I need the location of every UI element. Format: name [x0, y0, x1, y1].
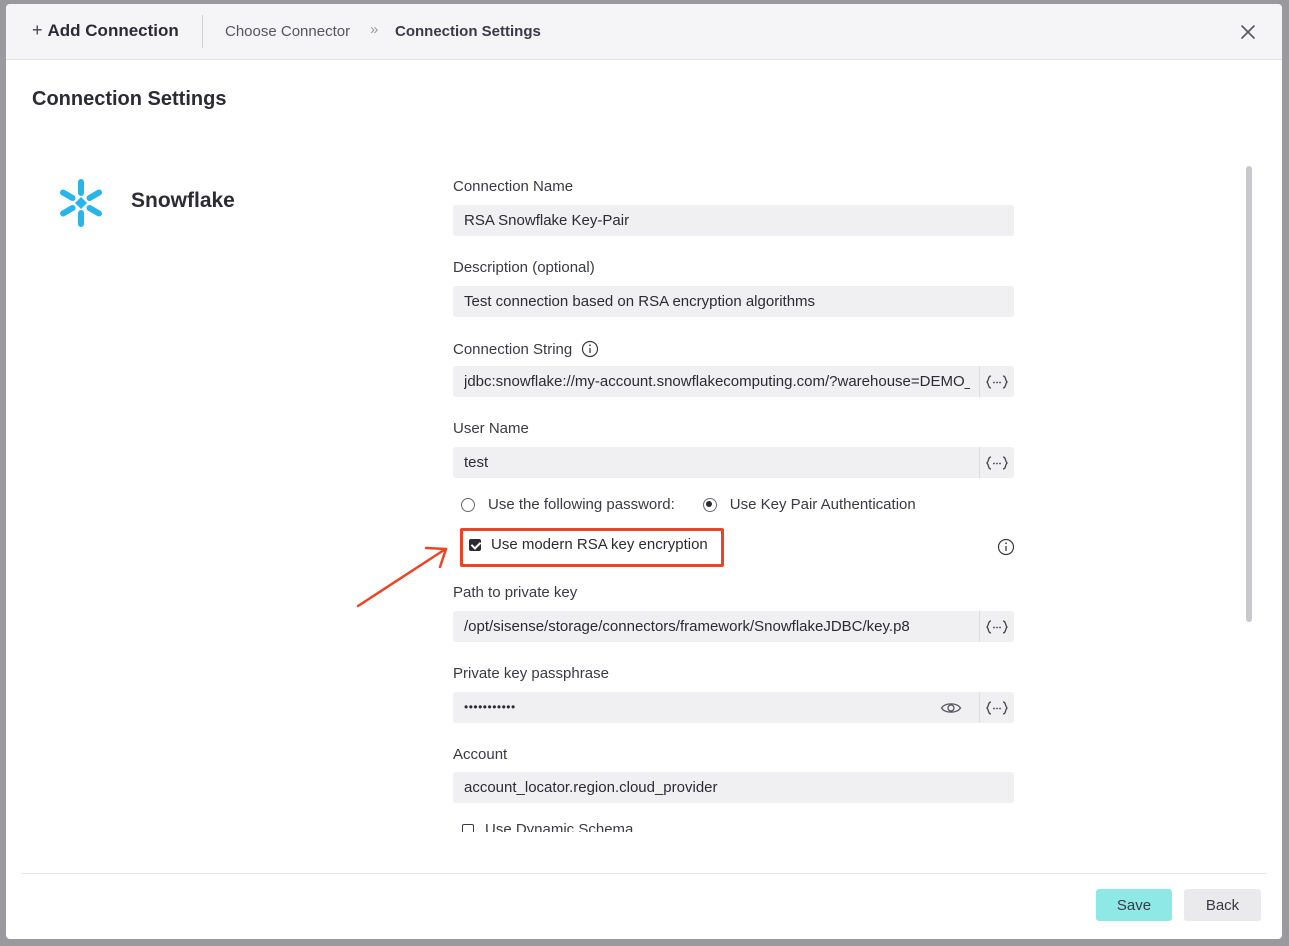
- eye-icon: [940, 702, 962, 713]
- password-radio-label: Use the following password:: [488, 496, 675, 513]
- modern-rsa-label: Use modern RSA key encryption: [491, 536, 708, 553]
- auth-method-group: Use the following password: Use Key Pair…: [461, 496, 916, 513]
- curly-braces-icon: [986, 619, 1008, 634]
- dynamic-schema-checkbox[interactable]: [462, 823, 474, 832]
- description-value: Test connection based on RSA encryption …: [464, 293, 816, 310]
- connector-name: Snowflake: [131, 189, 235, 212]
- connection-string-label-row: Connection String: [453, 340, 599, 358]
- description-input[interactable]: Test connection based on RSA encryption …: [453, 286, 1014, 317]
- account-label: Account: [453, 746, 508, 763]
- info-icon[interactable]: [581, 340, 599, 358]
- info-icon[interactable]: [997, 538, 1015, 556]
- parameter-variable-button[interactable]: [979, 692, 1014, 723]
- dialog-header: + Add Connection Choose Connector » Conn…: [6, 4, 1282, 60]
- add-connection-dialog: + Add Connection Choose Connector » Conn…: [6, 4, 1282, 939]
- private-key-path-label: Path to private key: [453, 584, 578, 601]
- description-label: Description (optional): [453, 259, 595, 276]
- dynamic-schema-row: Use Dynamic Schema: [462, 821, 633, 832]
- annotation-arrow-icon: [356, 546, 448, 608]
- breadcrumb-connection-settings: Connection Settings: [395, 23, 541, 40]
- parameter-variable-button[interactable]: [979, 447, 1014, 478]
- user-name-label: User Name: [453, 420, 529, 437]
- modern-rsa-row: Use modern RSA key encryption: [469, 536, 708, 553]
- snowflake-logo-icon: [60, 179, 102, 227]
- page-title: Connection Settings: [32, 88, 227, 110]
- password-radio[interactable]: [461, 497, 475, 512]
- connection-string-value: jdbc:snowflake://my-account.snowflakecom…: [464, 373, 970, 390]
- keypair-radio[interactable]: [702, 497, 717, 512]
- account-value: account_locator.region.cloud_provider: [464, 779, 718, 796]
- user-name-input[interactable]: test: [453, 447, 1014, 478]
- connection-name-label: Connection Name: [453, 178, 574, 195]
- connection-form: Connection Name RSA Snowflake Key-Pair D…: [453, 164, 1023, 832]
- curly-braces-icon: [986, 374, 1008, 389]
- add-connection-title: + Add Connection: [32, 20, 179, 41]
- show-password-button[interactable]: [938, 692, 964, 723]
- breadcrumb-separator-icon: »: [370, 21, 379, 38]
- connection-string-label: Connection String: [453, 340, 573, 358]
- add-connection-label: Add Connection: [47, 20, 179, 40]
- connection-string-input[interactable]: jdbc:snowflake://my-account.snowflakecom…: [453, 366, 1014, 397]
- curly-braces-icon: [986, 700, 1008, 715]
- connection-name-input[interactable]: RSA Snowflake Key-Pair: [453, 205, 1014, 236]
- passphrase-value: •••••••••••: [464, 700, 516, 714]
- parameter-variable-button[interactable]: [979, 611, 1014, 642]
- dynamic-schema-label: Use Dynamic Schema: [485, 821, 634, 832]
- connection-name-value: RSA Snowflake Key-Pair: [464, 212, 630, 229]
- plus-icon: +: [32, 20, 43, 40]
- parameter-variable-button[interactable]: [979, 366, 1014, 397]
- header-divider: [202, 15, 203, 48]
- account-input[interactable]: account_locator.region.cloud_provider: [453, 772, 1014, 803]
- passphrase-label: Private key passphrase: [453, 665, 609, 682]
- save-button[interactable]: Save: [1096, 889, 1172, 921]
- passphrase-input[interactable]: •••••••••••: [453, 692, 1014, 723]
- back-button[interactable]: Back: [1184, 889, 1261, 921]
- keypair-radio-label: Use Key Pair Authentication: [729, 496, 916, 513]
- scrollbar[interactable]: [1246, 166, 1252, 622]
- user-name-value: test: [464, 454, 489, 471]
- footer-divider: [22, 873, 1266, 874]
- private-key-path-value: /opt/sisense/storage/connectors/framewor…: [464, 618, 910, 635]
- modern-rsa-checkbox[interactable]: [469, 538, 481, 551]
- private-key-path-input[interactable]: /opt/sisense/storage/connectors/framewor…: [453, 611, 1014, 642]
- close-icon[interactable]: [1238, 22, 1258, 42]
- curly-braces-icon: [986, 455, 1008, 470]
- breadcrumb-choose-connector[interactable]: Choose Connector: [225, 23, 350, 40]
